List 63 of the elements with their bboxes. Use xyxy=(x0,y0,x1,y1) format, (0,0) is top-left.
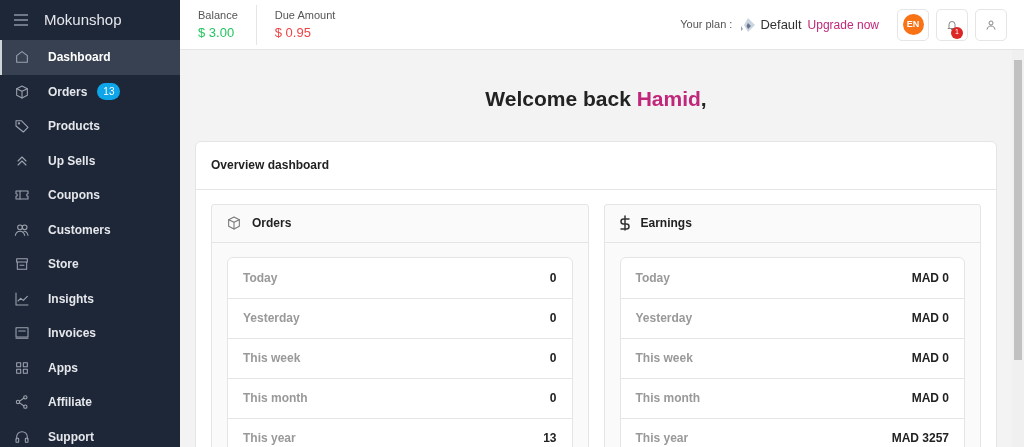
upgrade-link[interactable]: Upgrade now xyxy=(807,15,879,34)
users-icon xyxy=(14,221,30,238)
tag-icon xyxy=(14,118,30,135)
row-label: This year xyxy=(243,430,296,447)
row-value: MAD 0 xyxy=(911,269,949,287)
welcome-heading: Welcome back Hamid, xyxy=(484,86,708,112)
plan-label: Your plan : xyxy=(680,17,733,33)
sidebar-item[interactable]: Customers xyxy=(0,212,180,247)
row-label: This month xyxy=(243,390,308,407)
card-title: Overview dashboard xyxy=(211,157,330,174)
stat-label: Due Amount xyxy=(274,7,336,23)
row-label: Today xyxy=(635,269,670,287)
row-label: Yesterday xyxy=(243,310,300,327)
row-value: 0 xyxy=(549,269,557,287)
sidebar-item[interactable]: Apps xyxy=(0,350,180,385)
grid-icon xyxy=(14,359,30,376)
bell-icon xyxy=(946,18,958,31)
stat-value: $ 0.95 xyxy=(274,24,312,42)
row-label: This week xyxy=(635,350,693,367)
row-label: Today xyxy=(243,269,278,287)
store-icon xyxy=(14,256,30,273)
sidebar-item[interactable]: Insights xyxy=(0,281,180,316)
count-badge: 13 xyxy=(97,83,121,101)
sidebar-item[interactable]: Orders 13 xyxy=(0,74,180,109)
headset-icon xyxy=(14,428,30,445)
panel-title: Orders xyxy=(252,215,292,232)
sidebar-item[interactable]: Up Sells xyxy=(0,143,180,178)
brand-name: Mokunshop xyxy=(44,9,122,30)
plan-name: Default xyxy=(760,15,802,34)
row-value: 0 xyxy=(549,350,557,367)
row-value: 13 xyxy=(543,430,557,447)
sidebar-item[interactable]: Support xyxy=(0,419,180,447)
box-icon xyxy=(226,215,242,231)
row-value: MAD 0 xyxy=(911,350,949,367)
row-label: This week xyxy=(243,350,301,367)
line-chart-icon xyxy=(14,290,30,307)
sidebar-item[interactable]: Products xyxy=(0,109,180,144)
panel-title: Earnings xyxy=(640,215,692,232)
profile-button[interactable] xyxy=(975,8,1007,41)
stat-value: $ 3.00 xyxy=(198,24,236,42)
row-value: 0 xyxy=(549,310,557,327)
menu-icon[interactable] xyxy=(14,14,28,26)
dollar-icon xyxy=(618,215,631,231)
stat-label: Balance xyxy=(198,7,238,23)
row-value: MAD 0 xyxy=(911,390,949,407)
share-icon xyxy=(14,394,30,411)
box-icon xyxy=(14,83,30,100)
row-value: MAD 0 xyxy=(911,310,949,327)
sidebar-item[interactable]: Store xyxy=(0,247,180,282)
row-label: This month xyxy=(635,390,701,407)
user-icon xyxy=(985,18,997,31)
diamond-icon xyxy=(738,16,757,33)
sidebar-item[interactable]: Invoices xyxy=(0,316,180,351)
home-icon xyxy=(14,49,30,66)
row-value: MAD 3257 xyxy=(891,430,949,447)
row-label: Yesterday xyxy=(635,310,693,327)
invoice-icon xyxy=(14,325,30,342)
sidebar-item[interactable]: Coupons xyxy=(0,178,180,213)
scrollbar-thumb[interactable] xyxy=(1014,60,1022,360)
sidebar-item[interactable]: Affiliate xyxy=(0,385,180,420)
row-value: 0 xyxy=(549,390,557,407)
row-label: This year xyxy=(635,430,689,447)
sidebar-item[interactable]: Dashboard xyxy=(0,40,180,75)
